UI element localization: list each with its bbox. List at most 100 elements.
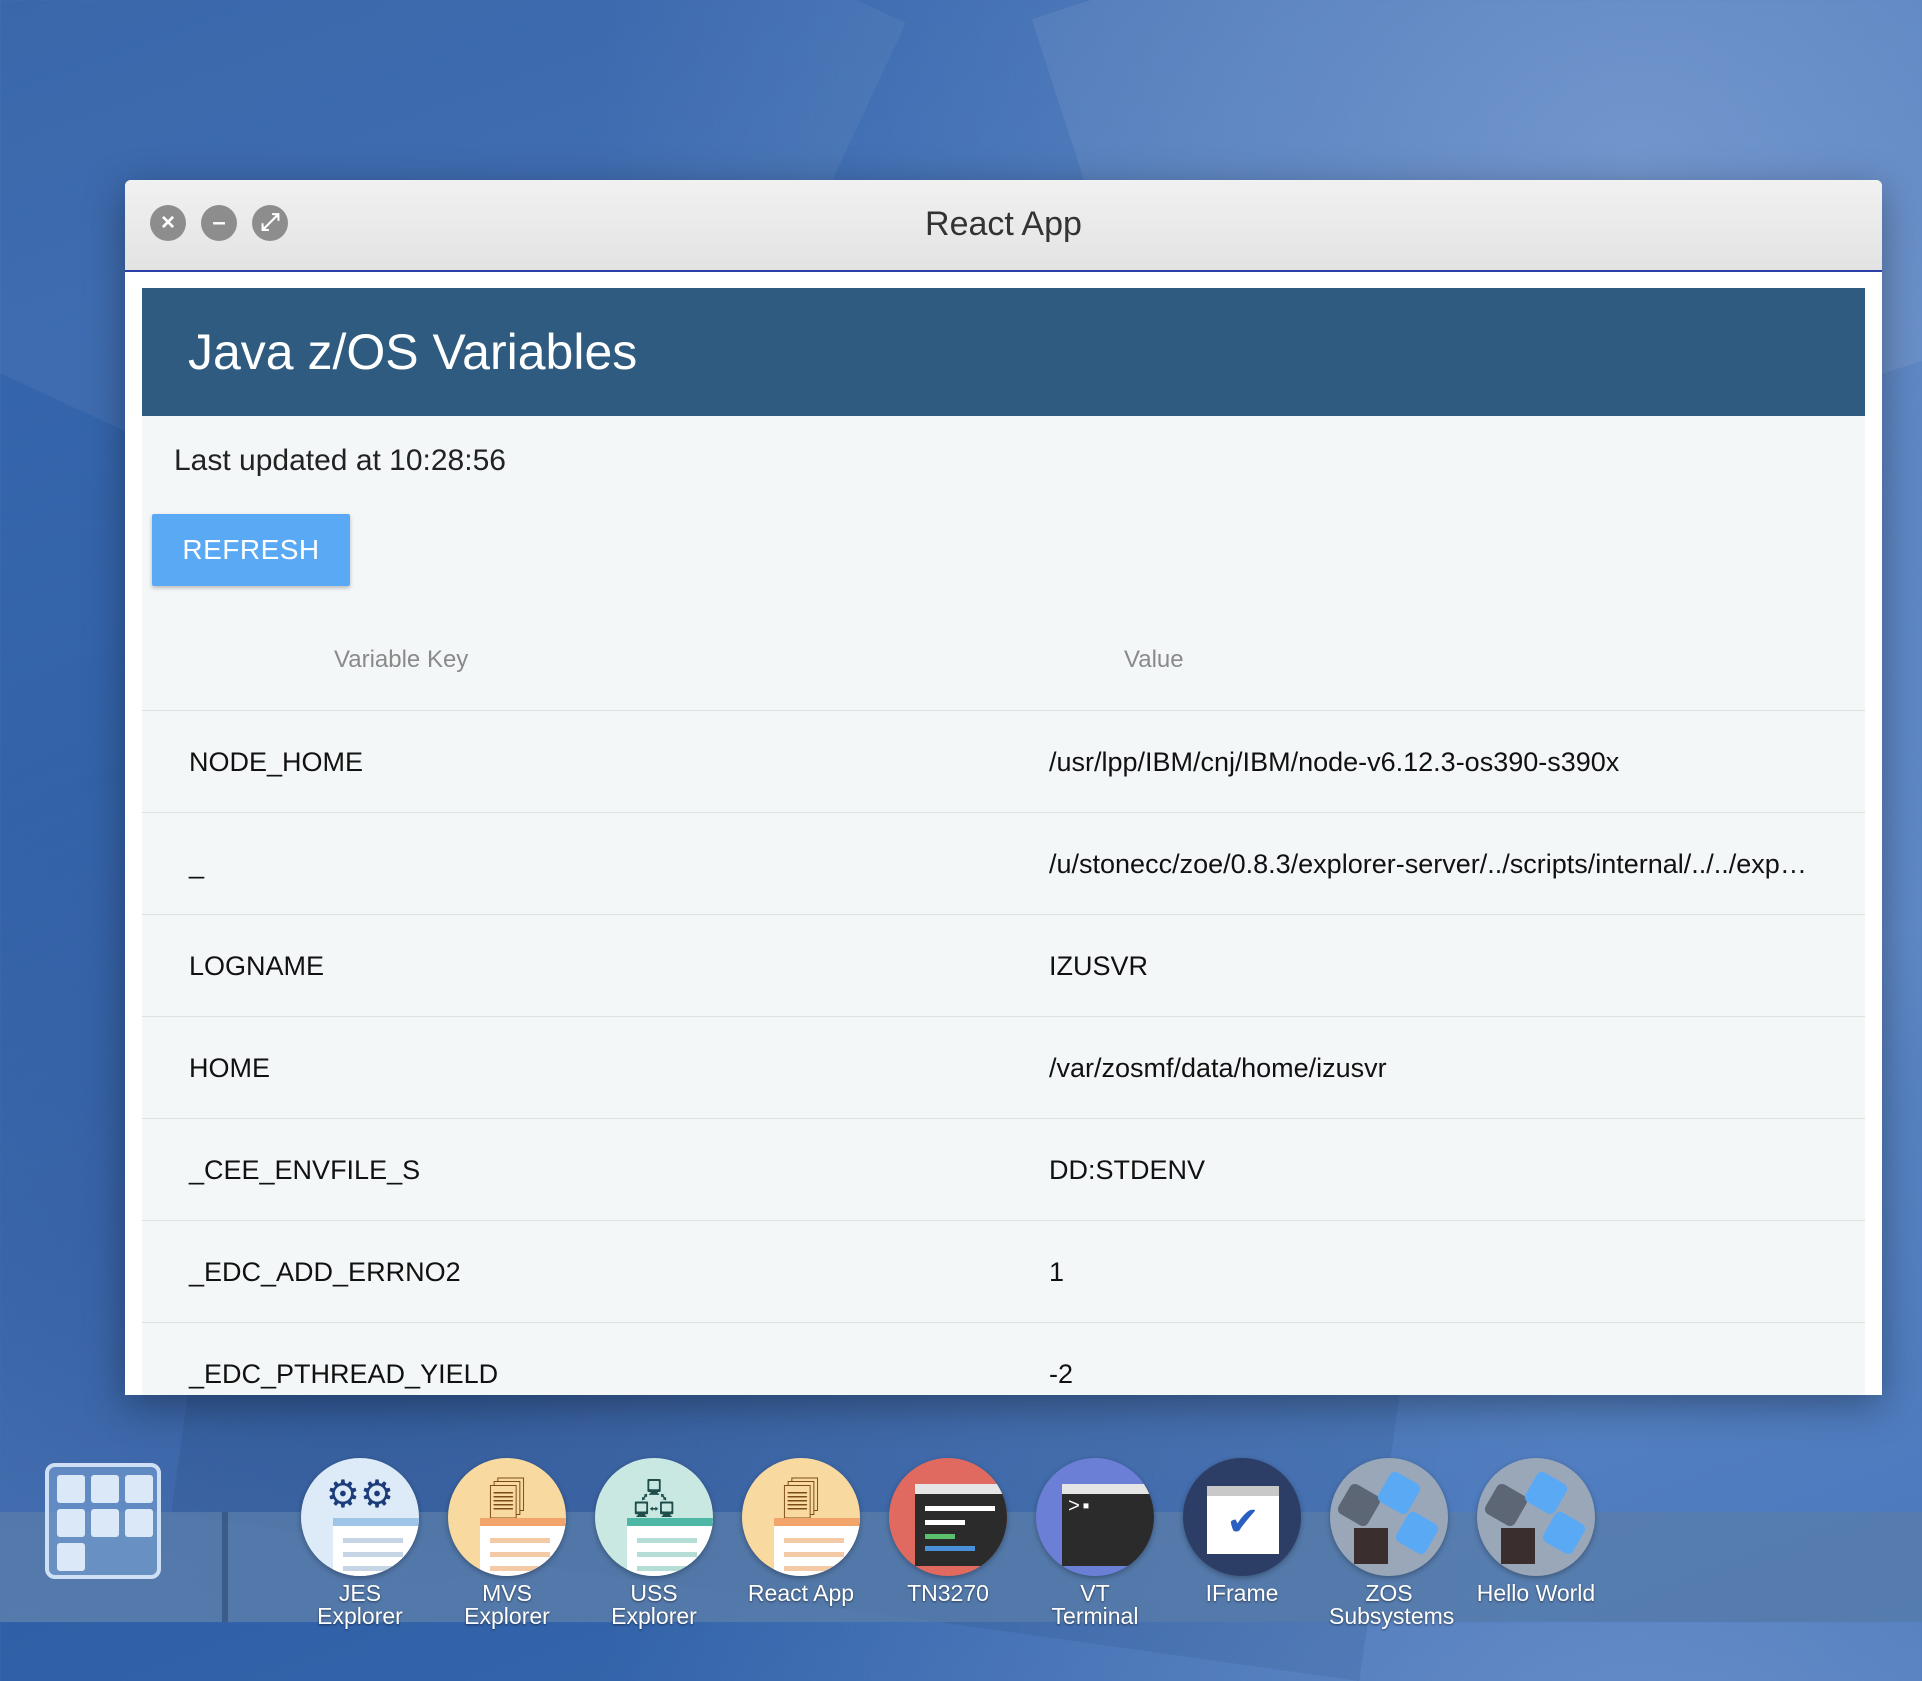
table-header: Variable Key Value	[142, 604, 1865, 711]
dock-item-hello-world[interactable]: Hello World	[1476, 1458, 1596, 1605]
app-grid-icon[interactable]	[45, 1463, 161, 1579]
variable-key: _EDC_ADD_ERRNO2	[189, 1257, 461, 1287]
doc-sheet-shape	[774, 1518, 860, 1576]
doc-line	[637, 1538, 697, 1543]
dock-item-zos-subsystems[interactable]: ZOS Subsystems	[1329, 1458, 1455, 1629]
table-row[interactable]: NODE_HOME /usr/lpp/IBM/cnj/IBM/node-v6.1…	[142, 711, 1865, 813]
doc-sheet-shape	[480, 1518, 566, 1576]
variables-table: Variable Key Value NODE_HOME /usr/lpp/IB…	[142, 604, 1865, 1395]
tree-doc-icon: 🖧	[595, 1458, 713, 1576]
variable-key: _CEE_ENVFILE_S	[189, 1155, 421, 1185]
taskbar-separator	[222, 1512, 228, 1622]
terminal-window-shape	[915, 1484, 1007, 1566]
dock-item-label: Hello World	[1476, 1580, 1596, 1606]
check-glyph: ✔	[1226, 1500, 1260, 1544]
hex-shape	[1540, 1509, 1588, 1557]
terminal-line	[925, 1534, 955, 1539]
dock-item-label: React App	[747, 1580, 855, 1606]
variable-key: HOME	[189, 1053, 270, 1083]
window-shape: ✔	[1207, 1486, 1279, 1554]
page-title: Java z/OS Variables	[188, 324, 638, 380]
doc-line	[637, 1552, 697, 1557]
variable-key: _	[189, 849, 205, 879]
table-row[interactable]: _EDC_PTHREAD_YIELD -2	[142, 1323, 1865, 1395]
hex-shape	[1375, 1469, 1423, 1517]
doc-line	[490, 1538, 550, 1543]
column-header-key[interactable]: Variable Key	[334, 646, 468, 674]
dock-item-label: USS Explorer	[611, 1580, 697, 1629]
table-row[interactable]: _CEE_ENVFILE_S DD:STDENV	[142, 1119, 1865, 1221]
doc-sheet-shape	[333, 1518, 419, 1576]
table-row[interactable]: _EDC_ADD_ERRNO2 1	[142, 1221, 1865, 1323]
table-row[interactable]: _ /u/stonecc/zoe/0.8.3/explorer-server/.…	[142, 813, 1865, 915]
dock-item-label: IFrame	[1205, 1580, 1279, 1606]
app-header: Java z/OS Variables	[142, 288, 1865, 416]
doc-line	[784, 1566, 844, 1571]
folder-doc-icon: 🗐	[742, 1458, 860, 1576]
terminal-line	[925, 1546, 975, 1551]
doc-line	[490, 1552, 550, 1557]
grid-cell	[91, 1475, 119, 1503]
last-updated-text: Last updated at 10:28:56	[174, 444, 506, 477]
variable-value: /u/stonecc/zoe/0.8.3/explorer-server/../…	[1049, 849, 1809, 879]
variable-value: IZUSVR	[1049, 951, 1149, 981]
hexagons-icon	[1477, 1458, 1595, 1576]
grid-cell	[57, 1509, 85, 1537]
variable-value: /usr/lpp/IBM/cnj/IBM/node-v6.12.3-os390-…	[1049, 747, 1620, 777]
folder-doc-icon: 🗐	[448, 1458, 566, 1576]
dock-item-react-app[interactable]: 🗐 React App	[741, 1458, 861, 1605]
grid-cell	[57, 1475, 85, 1503]
terminal-prompt-icon: >▪	[1036, 1458, 1154, 1576]
doc-line	[784, 1552, 844, 1557]
dock-item-label: MVS Explorer	[464, 1580, 550, 1629]
grid-cell	[91, 1509, 119, 1537]
table-row[interactable]: HOME /var/zosmf/data/home/izusvr	[142, 1017, 1865, 1119]
variable-value: 1	[1049, 1257, 1065, 1287]
terminal-line	[925, 1520, 965, 1525]
doc-line	[343, 1552, 403, 1557]
column-header-value[interactable]: Value	[1124, 646, 1184, 674]
hexagons-icon	[1330, 1458, 1448, 1576]
variable-value: DD:STDENV	[1049, 1155, 1206, 1185]
variable-key: NODE_HOME	[189, 747, 364, 777]
dock-item-jes-explorer[interactable]: ⚙⚙ JES Explorer	[300, 1458, 420, 1628]
dock-item-iframe[interactable]: ✔ IFrame	[1182, 1458, 1302, 1605]
hex-shape	[1393, 1509, 1441, 1557]
dock-item-label: TN3270	[907, 1580, 989, 1606]
app-content: Java z/OS Variables Last updated at 10:2…	[142, 288, 1865, 1395]
doc-line	[343, 1566, 403, 1571]
variable-key: LOGNAME	[189, 951, 325, 981]
doc-sheet-shape	[627, 1518, 713, 1576]
terminal-line	[925, 1506, 995, 1511]
variable-value: /var/zosmf/data/home/izusvr	[1049, 1053, 1387, 1083]
doc-line	[490, 1566, 550, 1571]
dock-item-vt-terminal[interactable]: >▪ VT Terminal	[1035, 1458, 1155, 1628]
dock-item-label: ZOS Subsystems	[1329, 1580, 1455, 1629]
variable-value: -2	[1049, 1359, 1074, 1389]
terminal-icon	[889, 1458, 1007, 1576]
check-window-icon: ✔	[1183, 1458, 1301, 1576]
react-app-window: × – ⤢ React App Java z/OS Variables Last…	[125, 180, 1882, 1395]
doc-line	[784, 1538, 844, 1543]
prompt-glyph: >▪	[1068, 1496, 1093, 1519]
server-shape	[1354, 1528, 1388, 1564]
dock-item-mvs-explorer[interactable]: 🗐 MVS Explorer	[447, 1458, 567, 1628]
terminal-window-shape: >▪	[1062, 1484, 1154, 1566]
dock-item-uss-explorer[interactable]: 🖧 USS Explorer	[594, 1458, 714, 1628]
grid-cell	[125, 1509, 153, 1537]
server-shape	[1501, 1528, 1535, 1564]
dock-item-label: JES Explorer	[317, 1580, 403, 1629]
hex-shape	[1482, 1481, 1530, 1529]
window-titlebar[interactable]: × – ⤢ React App	[125, 180, 1882, 272]
grid-cell	[125, 1475, 153, 1503]
doc-line	[343, 1538, 403, 1543]
dock-item-label: VT Terminal	[1051, 1580, 1139, 1629]
grid-cell	[57, 1543, 85, 1571]
hex-shape	[1522, 1469, 1570, 1517]
refresh-button[interactable]: REFRESH	[152, 514, 350, 586]
hex-shape	[1335, 1481, 1383, 1529]
table-row[interactable]: LOGNAME IZUSVR	[142, 915, 1865, 1017]
window-title: React App	[925, 205, 1082, 243]
dock-item-tn3270[interactable]: TN3270	[888, 1458, 1008, 1605]
variable-key: _EDC_PTHREAD_YIELD	[189, 1359, 499, 1389]
